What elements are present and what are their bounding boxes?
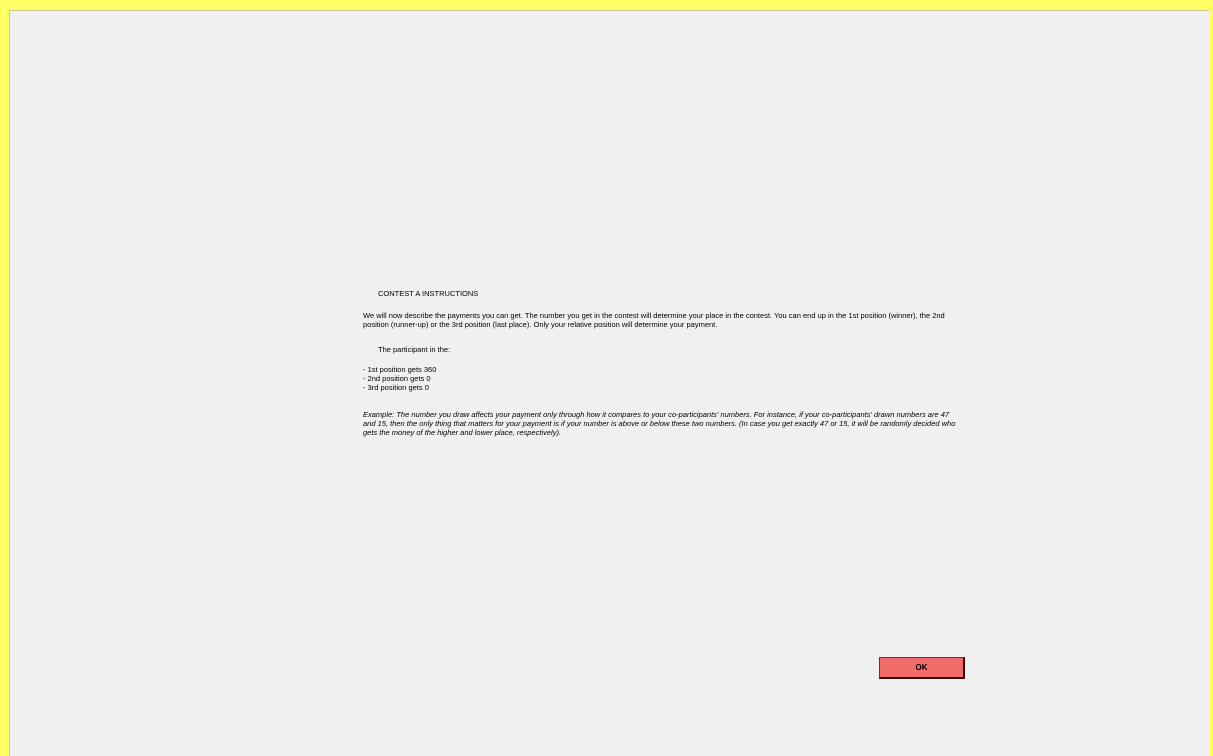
- ok-button-label: OK: [915, 663, 928, 672]
- payment-item-1st: - 1st position gets 360: [363, 365, 437, 374]
- instructions-intro: We will now describe the payments you ca…: [363, 311, 945, 329]
- payment-item-2nd: - 2nd position gets 0: [363, 374, 431, 383]
- payment-list: - 1st position gets 360 - 2nd position g…: [363, 365, 963, 392]
- payment-item-3rd: - 3rd position gets 0: [363, 383, 429, 392]
- payment-heading: The participant in the:: [378, 345, 451, 354]
- instructions-title: CONTEST A INSTRUCTIONS: [378, 289, 479, 298]
- instructions-panel: CONTEST A INSTRUCTIONS We will now descr…: [363, 289, 963, 437]
- example-text: Example: The number you draw affects you…: [363, 410, 956, 437]
- ok-button[interactable]: OK: [879, 657, 965, 679]
